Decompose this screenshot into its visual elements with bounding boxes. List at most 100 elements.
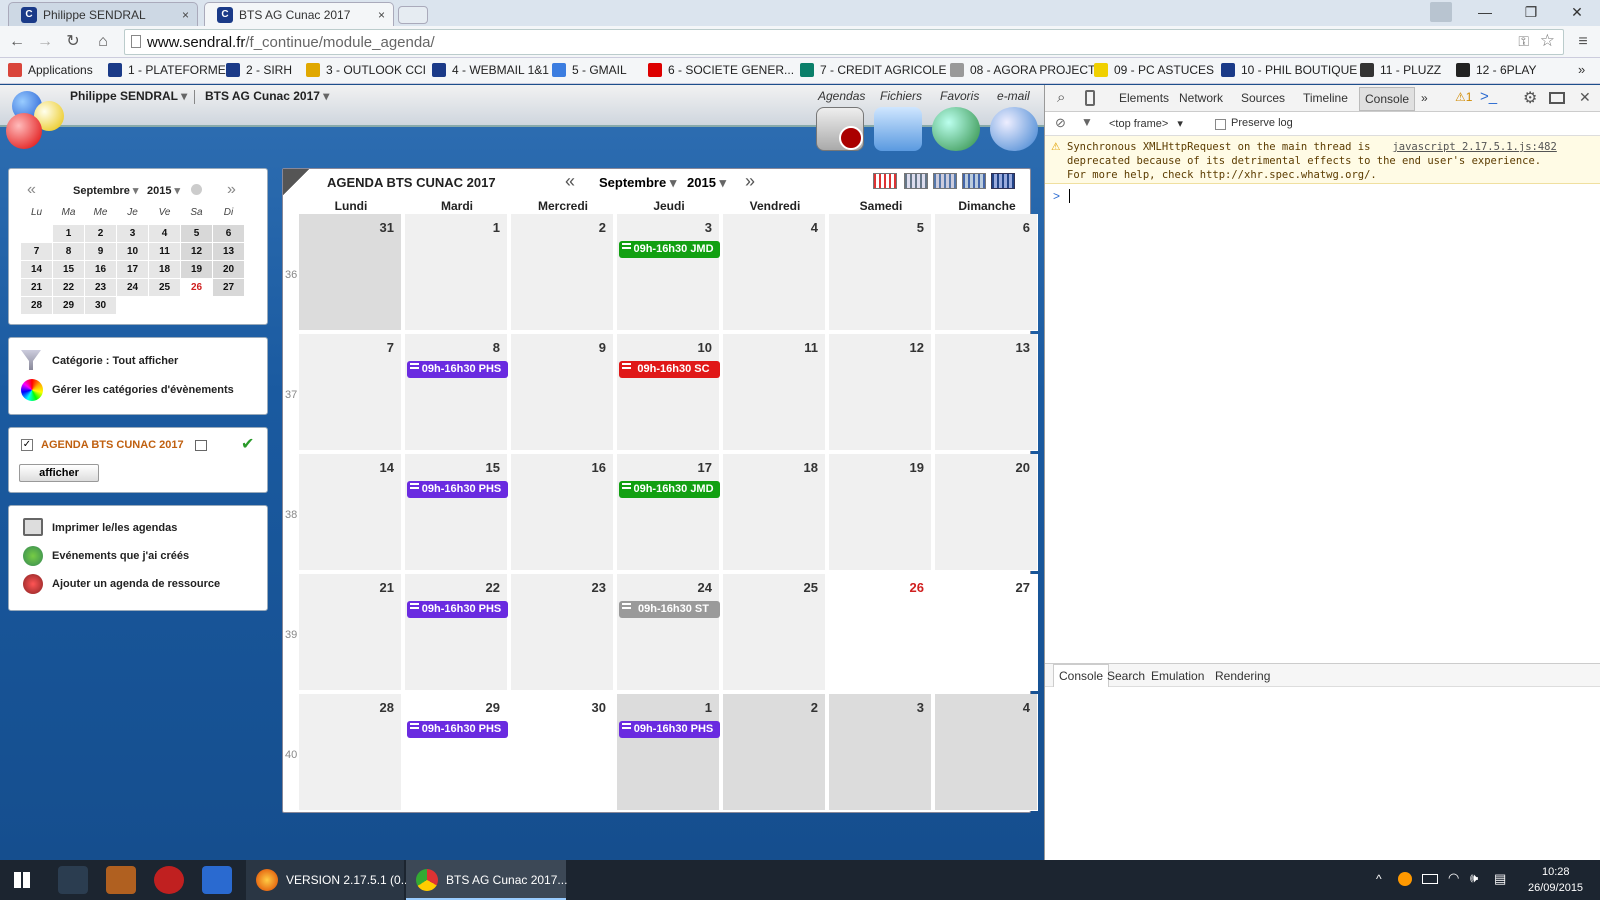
volume-icon[interactable]: 🕪 — [1470, 870, 1478, 886]
day-cell[interactable]: 8 — [405, 334, 508, 451]
home-icon[interactable]: ⌂ — [92, 31, 114, 53]
module-agendas-link[interactable]: Agendas — [818, 89, 865, 103]
day-cell[interactable]: 2 — [723, 694, 826, 811]
mini-day-cell[interactable]: 8 — [53, 243, 84, 260]
mini-day-cell[interactable]: 24 — [117, 279, 148, 296]
mini-day-cell[interactable]: 5 — [181, 225, 212, 242]
day-view-icon[interactable] — [873, 173, 897, 189]
devtools-tab[interactable]: Elements — [1119, 91, 1169, 105]
device-mode-icon[interactable] — [1085, 90, 1095, 106]
category-filter-link[interactable]: Catégorie : Tout afficher — [52, 355, 178, 367]
calendar-event[interactable]: 09h-16h30 PHS — [407, 481, 508, 498]
clock-time[interactable]: 10:28 — [1542, 866, 1570, 878]
devtools-tab[interactable]: » — [1421, 91, 1428, 105]
calendar-event[interactable]: 09h-16h30 PHS — [407, 361, 508, 378]
mini-day-cell[interactable]: 26 — [181, 279, 212, 296]
settings-gear-icon[interactable]: ⚙ — [1523, 88, 1537, 108]
wifi-icon[interactable]: ◠ — [1448, 870, 1459, 886]
tray-app-icon[interactable] — [1398, 872, 1412, 886]
day-cell[interactable]: 2 — [511, 214, 614, 331]
day-cell[interactable]: 20 — [935, 454, 1038, 571]
mail-module-icon[interactable] — [990, 107, 1038, 151]
mini-day-cell[interactable]: 28 — [21, 297, 52, 314]
mini-day-cell[interactable]: 12 — [181, 243, 212, 260]
devtools-tab[interactable]: Network — [1179, 91, 1223, 105]
day-cell[interactable]: 30 — [511, 694, 614, 811]
close-tab-icon[interactable]: × — [378, 8, 385, 22]
calendar-event[interactable]: 09h-16h30 JMD — [619, 481, 720, 498]
bookmark-item[interactable]: 11 - PLUZZ — [1360, 63, 1441, 77]
more-bookmarks-icon[interactable]: » — [1578, 62, 1585, 77]
close-tab-icon[interactable]: × — [182, 8, 189, 22]
day-cell[interactable]: 16 — [511, 454, 614, 571]
module-email-link[interactable]: e-mail — [997, 89, 1030, 103]
close-window-icon[interactable]: ✕ — [1554, 0, 1600, 26]
module-favoris-link[interactable]: Favoris — [940, 89, 979, 103]
devtools-tab[interactable]: Timeline — [1303, 91, 1348, 105]
drawer-tab[interactable]: Rendering — [1215, 669, 1270, 683]
weather-icon[interactable] — [202, 866, 232, 894]
mini-day-cell[interactable]: 18 — [149, 261, 180, 278]
day-cell[interactable]: 17 — [617, 454, 720, 571]
mini-day-cell[interactable]: 27 — [213, 279, 244, 296]
bookmark-item[interactable]: 09 - PC ASTUCES — [1094, 63, 1214, 77]
day-cell[interactable]: 23 — [511, 574, 614, 691]
folder-module-icon[interactable] — [874, 107, 922, 151]
start-windows-icon[interactable] — [14, 872, 30, 888]
tray-expand-icon[interactable]: ^ — [1376, 872, 1382, 886]
mini-day-cell[interactable]: 20 — [213, 261, 244, 278]
day-cell[interactable]: 4 — [935, 694, 1038, 811]
devtools-tab-active[interactable]: Console — [1359, 87, 1416, 111]
app-logo[interactable] — [6, 91, 66, 151]
app-icon[interactable] — [106, 866, 136, 894]
mini-day-cell[interactable]: 9 — [85, 243, 116, 260]
day-cell[interactable]: 10 — [617, 334, 720, 451]
agenda-calendar-icon[interactable] — [195, 440, 207, 451]
day-cell[interactable]: 26 — [829, 574, 932, 691]
3days-view-icon[interactable] — [904, 173, 928, 189]
day-cell[interactable]: 3 — [617, 214, 720, 331]
bookmark-item[interactable]: 4 - WEBMAIL 1&1 — [432, 63, 549, 77]
taskbar-firefox[interactable]: VERSION 2.17.5.1 (0... — [246, 860, 411, 900]
bookmark-item[interactable]: 2 - SIRH — [226, 63, 292, 77]
globe-module-icon[interactable] — [932, 107, 980, 151]
day-cell[interactable]: 3 — [829, 694, 932, 811]
bookmark-item[interactable]: 3 - OUTLOOK CCI — [306, 63, 426, 77]
day-cell[interactable]: 18 — [723, 454, 826, 571]
mini-day-cell[interactable]: 11 — [149, 243, 180, 260]
mini-day-cell[interactable]: 16 — [85, 261, 116, 278]
taskbar-chrome[interactable]: BTS AG Cunac 2017... — [406, 860, 567, 900]
battery-icon[interactable] — [1422, 874, 1438, 884]
drawer-tab[interactable]: Emulation — [1151, 669, 1204, 683]
notifications-icon[interactable]: ▤ — [1494, 871, 1506, 887]
day-cell[interactable]: 22 — [405, 574, 508, 691]
close-devtools-icon[interactable]: ✕ — [1579, 89, 1591, 106]
mini-day-cell[interactable]: 3 — [117, 225, 148, 242]
show-agenda-button[interactable]: afficher — [19, 464, 99, 482]
calendar-module-icon[interactable] — [816, 107, 864, 151]
day-cell[interactable]: 14 — [299, 454, 402, 571]
mini-day-cell[interactable]: 10 — [117, 243, 148, 260]
day-cell[interactable]: 5 — [829, 214, 932, 331]
day-cell[interactable]: 19 — [829, 454, 932, 571]
bookmark-star-icon[interactable]: ☆ — [1540, 31, 1555, 51]
mini-day-cell[interactable]: 2 — [85, 225, 116, 242]
user-profile-icon[interactable] — [1430, 2, 1452, 22]
module-fichiers-link[interactable]: Fichiers — [880, 89, 922, 103]
day-cell[interactable]: 12 — [829, 334, 932, 451]
calculator-icon[interactable] — [58, 866, 88, 894]
devtools-tab[interactable]: Sources — [1241, 91, 1285, 105]
filter-icon[interactable]: ▼ — [1081, 115, 1093, 129]
month-select[interactable]: Septembre ▾ — [599, 175, 676, 191]
calendar-event[interactable]: 09h-16h30 PHS — [407, 721, 508, 738]
mini-month-select[interactable]: Septembre ▾ — [73, 184, 138, 197]
next-month-icon[interactable]: » — [745, 171, 755, 192]
restore-icon[interactable]: ❐ — [1508, 0, 1554, 26]
preserve-log-checkbox[interactable] — [1215, 119, 1226, 130]
mini-day-cell[interactable]: 22 — [53, 279, 84, 296]
address-bar[interactable]: www.sendral.fr/f_continue/module_agenda/… — [124, 29, 1564, 55]
mini-day-cell[interactable]: 14 — [21, 261, 52, 278]
bookmark-item[interactable]: 12 - 6PLAY — [1456, 63, 1536, 77]
today-dot-icon[interactable] — [191, 184, 202, 195]
day-cell[interactable]: 25 — [723, 574, 826, 691]
